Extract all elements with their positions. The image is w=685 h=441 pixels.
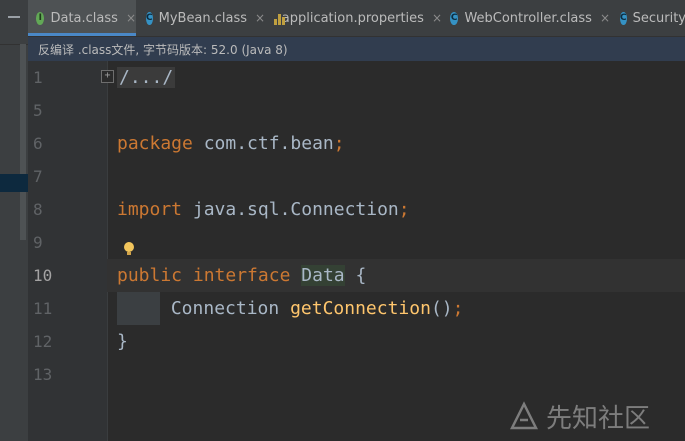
decompiled-info-banner: 反编译 .class文件, 字节码版本: 52.0 (Java 8) — [28, 37, 685, 61]
minimize-icon[interactable] — [8, 16, 20, 18]
line-number: 13 — [33, 365, 53, 384]
code-text: package com.ctf.bean; — [117, 127, 345, 160]
method-name: getConnection — [290, 298, 431, 319]
watermark-text: 先知社区 — [546, 403, 651, 434]
lightbulb-icon[interactable] — [124, 242, 134, 256]
code-text: import java.sql.Connection; — [117, 193, 410, 226]
code-text: } — [117, 331, 128, 352]
interface-name: Data — [301, 265, 345, 286]
code-editor[interactable]: 1 + /.../ 5 6 package com.ctf.bean; 7 8 … — [28, 61, 685, 441]
semicolon: ; — [398, 199, 410, 220]
package-name: com.ctf.bean — [192, 133, 334, 154]
keyword: public — [117, 265, 183, 286]
watermark-logo-icon — [508, 400, 540, 432]
interface-icon: I — [36, 11, 45, 25]
code-text: public interface Data { — [117, 259, 366, 292]
folded-region[interactable]: /.../ — [117, 67, 176, 88]
code-line-current[interactable]: 10 public interface Data { — [28, 259, 685, 292]
brace: { — [344, 265, 367, 286]
banner-text: 反编译 .class文件, 字节码版本: 52.0 (Java 8) — [38, 42, 288, 57]
line-number: 1 — [33, 68, 43, 87]
code-line[interactable]: 5 — [28, 94, 685, 127]
line-number: 10 — [28, 259, 107, 292]
return-type: Connection — [170, 298, 291, 319]
class-icon: C — [620, 11, 627, 25]
tool-window-strip — [0, 0, 28, 441]
keyword: interface — [192, 265, 291, 286]
close-icon[interactable]: × — [600, 11, 610, 25]
close-icon[interactable]: × — [432, 11, 442, 25]
line-number: 12 — [33, 332, 53, 351]
keyword: package — [117, 133, 193, 154]
code-line[interactable]: 11 Connection getConnection(); — [28, 292, 685, 325]
close-icon[interactable]: × — [126, 11, 136, 25]
watermark: 先知社区 — [508, 396, 678, 436]
class-icon: C — [450, 11, 459, 25]
tab-label: MyBean.class — [158, 10, 248, 26]
code-line[interactable]: 6 package com.ctf.bean; — [28, 127, 685, 160]
code-line[interactable]: 12 } — [28, 325, 685, 358]
close-icon[interactable]: × — [255, 11, 265, 25]
indent-guide — [117, 292, 160, 325]
tab-security-class[interactable]: C SecurityC — [612, 0, 685, 36]
tab-label: application.properties — [281, 10, 424, 26]
properties-icon — [274, 11, 285, 25]
line-number: 11 — [33, 299, 53, 318]
editor-tab-bar: I Data.class × C MyBean.class × applicat… — [28, 0, 685, 37]
code-text: Connection getConnection(); — [117, 292, 463, 325]
class-icon: C — [146, 11, 153, 25]
keyword: import — [117, 199, 183, 220]
line-number: 8 — [33, 200, 43, 219]
semicolon: ; — [333, 133, 345, 154]
tab-label: Data.class — [50, 10, 118, 26]
fold-expand-icon[interactable]: + — [101, 70, 114, 83]
semicolon: ; — [452, 298, 464, 319]
line-number: 6 — [33, 134, 43, 153]
project-selected-row[interactable] — [0, 174, 28, 192]
import-name: java.sql.Connection — [182, 199, 399, 220]
tab-label: SecurityC — [632, 10, 685, 26]
line-number: 9 — [33, 233, 43, 252]
code-line[interactable]: 8 import java.sql.Connection; — [28, 193, 685, 226]
parens: () — [430, 298, 453, 319]
line-number: 7 — [33, 167, 43, 186]
project-scrollbar[interactable] — [20, 44, 26, 240]
code-line[interactable]: 7 — [28, 160, 685, 193]
tab-mybean-class[interactable]: C MyBean.class × — [138, 0, 265, 36]
tab-application-properties[interactable]: application.properties × — [266, 0, 442, 36]
tab-data-class[interactable]: I Data.class × — [28, 0, 136, 36]
tab-webcontroller-class[interactable]: C WebController.class × — [442, 0, 610, 36]
code-text: /.../ — [117, 61, 176, 94]
tab-label: WebController.class — [464, 10, 592, 26]
code-line[interactable]: 1 + /.../ — [28, 61, 685, 94]
line-number: 5 — [33, 101, 43, 120]
code-line[interactable]: 13 — [28, 358, 685, 391]
